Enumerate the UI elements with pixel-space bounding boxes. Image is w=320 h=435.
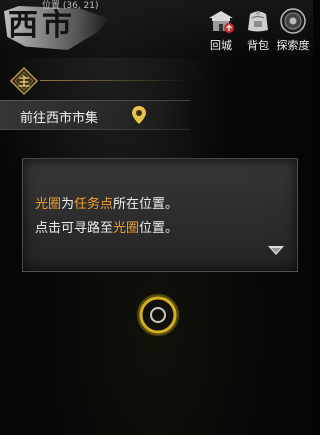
tip-highlight-ring: 光圈 (35, 197, 62, 212)
quest-objective-text: 前往西市市集 (20, 111, 99, 126)
quest-divider (40, 80, 190, 81)
quest-objective-row[interactable]: 前往西市市集 (0, 100, 190, 130)
tip-line-1: 光圈为任务点所在位置。 (35, 193, 178, 212)
return-city-label: 回城 (210, 39, 232, 52)
target-ring-icon[interactable] (137, 294, 179, 336)
map-pin-icon (132, 106, 146, 124)
tip-line-2: 点击可寻路至光圈位置。 (35, 217, 178, 236)
backpack-icon (248, 11, 268, 32)
backpack-button[interactable]: 背包 (240, 8, 276, 54)
return-city-icon (209, 11, 234, 33)
tip-highlight-ring: 光圈 (113, 221, 140, 236)
exploration-label: 探索度 (276, 39, 310, 52)
tip-highlight-quest-point: 任务点 (74, 197, 114, 212)
tip-text: 为 (61, 197, 75, 212)
tip-text: 所在位置。 (113, 197, 179, 212)
exploration-icon (280, 8, 306, 34)
return-city-button[interactable]: 回城 (203, 8, 239, 54)
exploration-button[interactable]: 探索度 (275, 8, 311, 54)
main-quest-char: 主 (18, 74, 30, 89)
backpack-label: 背包 (247, 39, 269, 52)
continue-arrow-icon[interactable] (267, 245, 285, 257)
main-quest-badge: 主 (9, 66, 39, 96)
tip-text: 位置。 (139, 221, 179, 236)
tip-text: 点击可寻路至 (35, 221, 114, 236)
tutorial-tip-box[interactable]: 光圈为任务点所在位置。 点击可寻路至光圈位置。 (22, 158, 298, 272)
city-name: 西市 (8, 8, 76, 43)
